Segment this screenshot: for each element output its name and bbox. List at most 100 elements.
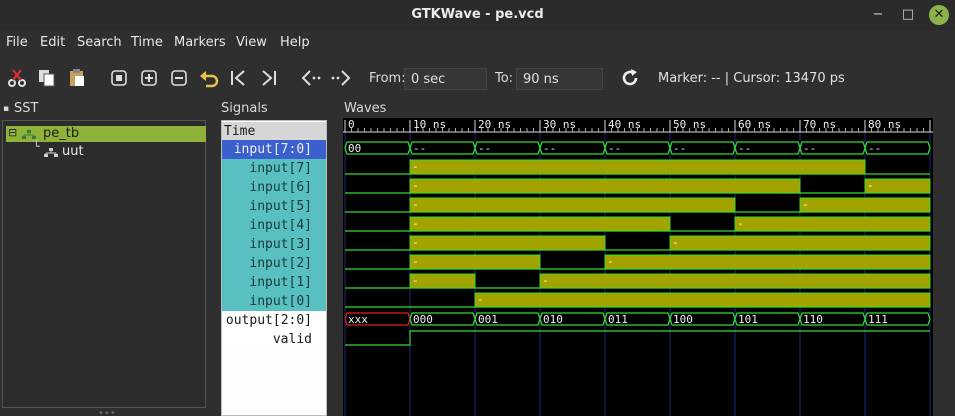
bit-value: - (412, 217, 419, 230)
signal-valid[interactable]: valid (222, 330, 326, 349)
bit-high-block (409, 273, 476, 289)
menu-view[interactable]: View (236, 35, 267, 50)
signal-input-4[interactable]: input[4] (222, 216, 326, 235)
bit-high-block (409, 216, 671, 232)
input-bus-value: -- (673, 142, 686, 155)
bit-high-block (734, 216, 931, 232)
bit-value: - (802, 198, 809, 211)
sst-item-label: uut (62, 144, 84, 159)
sst-collapse-icon[interactable]: ▪ (3, 104, 9, 114)
time-tick-label: 30 ns (543, 118, 576, 131)
bit-high-block (409, 235, 606, 251)
time-tick-label: 10 ns (413, 118, 446, 131)
bit-value: - (867, 179, 874, 192)
tree-branch-line: └ (33, 140, 40, 153)
paste-icon[interactable] (64, 65, 90, 91)
input-bus-value: -- (413, 142, 426, 155)
signal-time[interactable]: Time (222, 122, 326, 141)
waves-canvas[interactable]: 0 10 ns 20 ns 30 ns 40 ns 50 ns 60 ns 70 ns 80 n… (343, 118, 955, 416)
bit-high-block (409, 254, 541, 270)
bit-high-block (669, 235, 931, 251)
zoom-out-icon[interactable] (166, 65, 192, 91)
time-tick-label: 70 ns (803, 118, 836, 131)
module-icon (44, 147, 58, 162)
menu-help[interactable]: Help (280, 35, 310, 50)
bit-value: - (607, 255, 614, 268)
sst-header: SST (14, 101, 39, 116)
zoom-in-icon[interactable] (136, 65, 162, 91)
signal-input-bus[interactable]: input[7:0] (222, 140, 326, 159)
marker-cursor-readout: Marker: -- | Cursor: 13470 ps (658, 71, 845, 86)
undo-zoom-icon[interactable] (196, 65, 222, 91)
time-tick-label: 40 ns (608, 118, 641, 131)
signal-output[interactable]: output[2:0] (222, 311, 326, 330)
time-tick-label: 0 (348, 118, 355, 131)
time-tick-label: 60 ns (738, 118, 771, 131)
reload-icon[interactable] (617, 65, 643, 91)
close-icon[interactable]: ✕ (929, 5, 949, 25)
from-input[interactable] (404, 68, 487, 90)
bit-value: - (412, 160, 419, 173)
bit-value: - (412, 198, 419, 211)
signal-input-3[interactable]: input[3] (222, 235, 326, 254)
bit-high-block (409, 159, 866, 175)
input-bus-value: -- (543, 142, 556, 155)
signal-input-5[interactable]: input[5] (222, 197, 326, 216)
time-tick-label: 20 ns (478, 118, 511, 131)
bit-value: - (672, 236, 679, 249)
signal-input-2[interactable]: input[2] (222, 254, 326, 273)
menu-file[interactable]: File (6, 35, 28, 50)
copy-icon[interactable] (34, 65, 60, 91)
bit-value: - (412, 179, 419, 192)
input-bus-value: -- (738, 142, 751, 155)
to-label: To: (495, 71, 514, 86)
bit-value: - (412, 255, 419, 268)
maximize-icon[interactable]: □ (898, 5, 918, 25)
output-bus-value: 100 (673, 313, 693, 326)
signal-input-7[interactable]: input[7] (222, 159, 326, 178)
menu-time[interactable]: Time (131, 35, 163, 50)
minimize-icon[interactable]: − (868, 5, 888, 25)
menu-search[interactable]: Search (77, 35, 122, 50)
next-edge-icon[interactable] (328, 65, 354, 91)
valid-trace (345, 330, 930, 346)
title-bar: GTKWave - pe.vcd − □ ✕ (0, 0, 955, 30)
prev-edge-icon[interactable] (298, 65, 324, 91)
window-title: GTKWave - pe.vcd (411, 7, 544, 22)
output-bus-value: 101 (738, 313, 758, 326)
waveform-plot[interactable]: 0 10 ns 20 ns 30 ns 40 ns 50 ns 60 ns 70 ns 80 n… (343, 118, 955, 416)
zoom-fit-icon[interactable] (106, 65, 132, 91)
bit-value: - (477, 293, 484, 306)
signals-list: Time input[7:0] input[7] input[6] input[… (221, 120, 327, 416)
input-bus-value: 00 (348, 142, 361, 155)
output-bus-value: 111 (868, 313, 888, 326)
resize-grip-icon[interactable]: ••• (98, 408, 116, 416)
signal-input-0[interactable]: input[0] (222, 292, 326, 311)
sst-item-uut[interactable]: └ uut (6, 140, 206, 162)
bit-value: - (542, 274, 549, 287)
to-input[interactable] (516, 68, 603, 90)
signal-input-6[interactable]: input[6] (222, 178, 326, 197)
output-bus-value: 000 (413, 313, 433, 326)
from-label: From: (369, 71, 406, 86)
waves-scrollbar[interactable] (933, 118, 955, 416)
time-tick-label: 50 ns (673, 118, 706, 131)
menu-markers[interactable]: Markers (174, 35, 226, 50)
tree-expander-icon[interactable]: ⊟ (8, 126, 17, 139)
bit-high-block (864, 178, 931, 194)
output-bus-value: 001 (478, 313, 498, 326)
zoom-start-icon[interactable] (226, 65, 252, 91)
toolbar: From: To: Marker: -- | Cursor: 13470 ps (0, 55, 955, 100)
bit-value: - (737, 217, 744, 230)
signal-input-1[interactable]: input[1] (222, 273, 326, 292)
menu-bar: File Edit Search Time Markers View Help (0, 30, 955, 55)
bit-value: - (412, 236, 419, 249)
sst-tree: ⊟ pe_tb └ uut (2, 120, 206, 408)
menu-edit[interactable]: Edit (40, 35, 65, 50)
cut-icon[interactable] (4, 65, 30, 91)
zoom-end-icon[interactable] (255, 65, 281, 91)
bit-value: - (412, 274, 419, 287)
bit-high-block (409, 197, 736, 213)
time-tick-label: 80 ns (868, 118, 901, 131)
bit-high-block (539, 273, 931, 289)
